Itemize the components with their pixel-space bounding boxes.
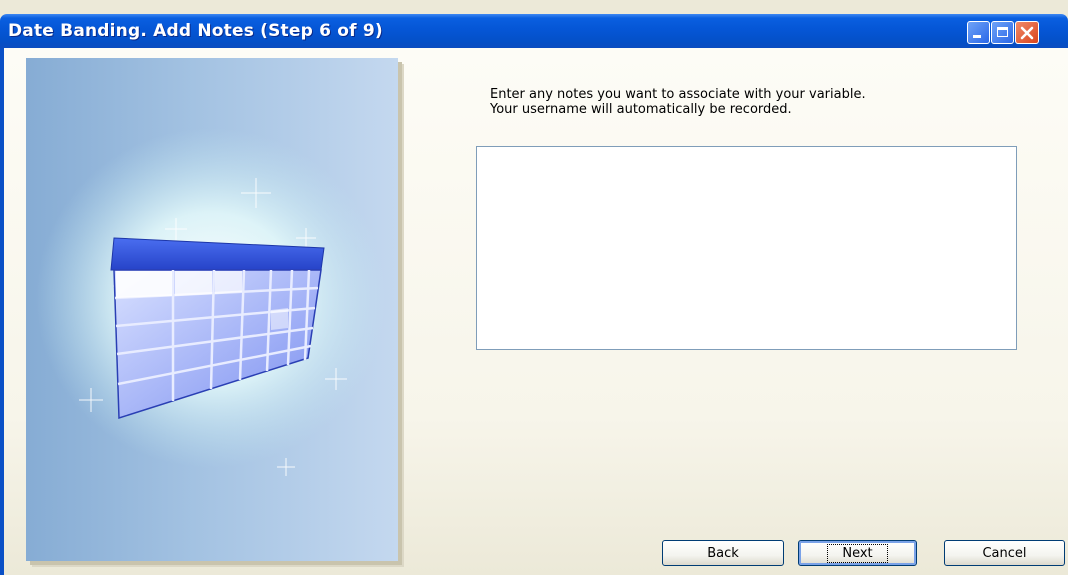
next-button[interactable]: Next bbox=[798, 540, 917, 566]
instructions-text: Enter any notes you want to associate wi… bbox=[490, 87, 1010, 117]
notes-textarea[interactable] bbox=[476, 146, 1017, 350]
window-title: Date Banding. Add Notes (Step 6 of 9) bbox=[8, 21, 383, 41]
minimize-icon[interactable] bbox=[967, 21, 990, 44]
instruction-line-1: Enter any notes you want to associate wi… bbox=[490, 87, 866, 102]
cancel-button[interactable]: Cancel bbox=[944, 540, 1065, 566]
maximize-icon[interactable] bbox=[991, 21, 1014, 44]
close-icon[interactable] bbox=[1015, 21, 1039, 44]
side-illustration-panel bbox=[26, 58, 398, 561]
back-label: Back bbox=[707, 545, 739, 561]
next-label: Next bbox=[827, 543, 888, 563]
title-bar[interactable]: Date Banding. Add Notes (Step 6 of 9) bbox=[0, 14, 1068, 48]
cancel-label: Cancel bbox=[982, 545, 1027, 561]
wizard-body: Enter any notes you want to associate wi… bbox=[0, 48, 1068, 575]
wizard-window: Date Banding. Add Notes (Step 6 of 9) En… bbox=[0, 0, 1068, 575]
back-button[interactable]: Back bbox=[662, 540, 784, 566]
table-grid-illustration bbox=[36, 128, 386, 476]
instruction-line-2: Your username will automatically be reco… bbox=[490, 102, 792, 117]
